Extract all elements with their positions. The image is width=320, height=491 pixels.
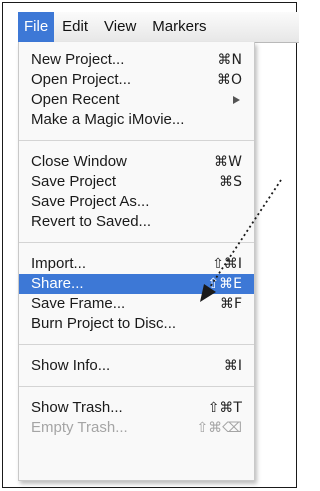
callout-arrow (200, 179, 282, 302)
